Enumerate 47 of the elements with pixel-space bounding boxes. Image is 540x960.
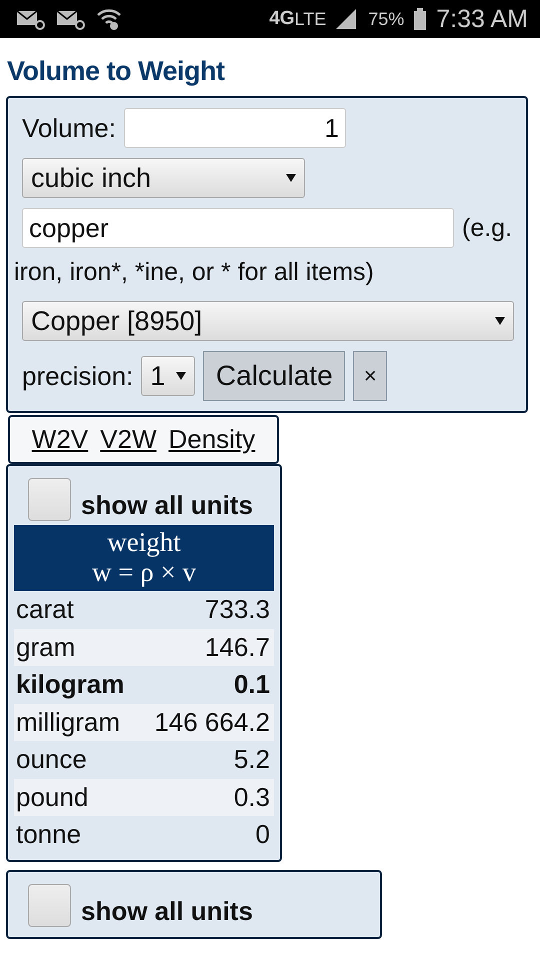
calculate-button[interactable]: Calculate	[203, 351, 346, 401]
material-select[interactable]: Copper [8950]	[22, 301, 514, 341]
checkbox[interactable]	[28, 478, 71, 521]
volume-field[interactable]: 1	[124, 108, 346, 148]
battery-percent: 75%	[368, 8, 404, 30]
caret-icon	[286, 174, 296, 182]
value-cell: 0.3	[234, 782, 270, 813]
email-icon	[56, 8, 86, 30]
nav-link[interactable]: Density	[168, 424, 256, 455]
header-formula: w = ρ × v	[91, 557, 197, 587]
unit-cell: gram	[16, 632, 76, 663]
search-hint: (e.g.	[462, 214, 512, 242]
value-cell: 5.2	[234, 744, 270, 776]
network-type: 4G	[269, 8, 295, 30]
unit-cell: tonne	[16, 819, 82, 850]
value-cell: 733.3	[204, 594, 270, 626]
network-subtype: LTE	[294, 8, 326, 30]
clock-time: 7:33 AM	[436, 4, 528, 34]
precision-label: precision:	[22, 360, 134, 392]
volume-label: Volume:	[22, 112, 116, 144]
nav-link[interactable]: W2V	[32, 424, 88, 455]
value-cell: 146.7	[204, 632, 270, 663]
unit-cell: kilogram	[16, 669, 124, 700]
value-cell: 0.1	[234, 669, 270, 700]
email-icon	[16, 8, 46, 30]
page-title: Volume to Weight	[6, 54, 226, 88]
search-field[interactable]: copper	[22, 208, 454, 248]
checkbox[interactable]	[28, 884, 71, 926]
checkbox-label: show all units	[81, 490, 253, 521]
signal-icon	[336, 9, 358, 29]
value-cell: 0	[256, 819, 270, 850]
unit-cell: pound	[16, 782, 88, 813]
unit-cell: carat	[16, 594, 74, 626]
unit-select[interactable]: cubic inch	[22, 158, 305, 198]
search-hint: iron, iron*, *ine, or * for all items)	[14, 258, 374, 286]
unit-cell: ounce	[16, 744, 87, 776]
header-title: weight	[106, 527, 182, 557]
unit-cell: milligram	[16, 706, 120, 738]
value-cell: 146 664.2	[154, 706, 270, 738]
wifi-icon	[96, 7, 122, 31]
clear-button[interactable]: ×	[353, 351, 388, 401]
caret-icon	[495, 317, 505, 325]
caret-icon	[176, 372, 186, 380]
nav-link[interactable]: V2W	[100, 424, 156, 455]
battery-icon	[414, 8, 426, 30]
precision-select[interactable]: 1	[141, 356, 196, 396]
checkbox-label: show all units	[81, 896, 253, 926]
